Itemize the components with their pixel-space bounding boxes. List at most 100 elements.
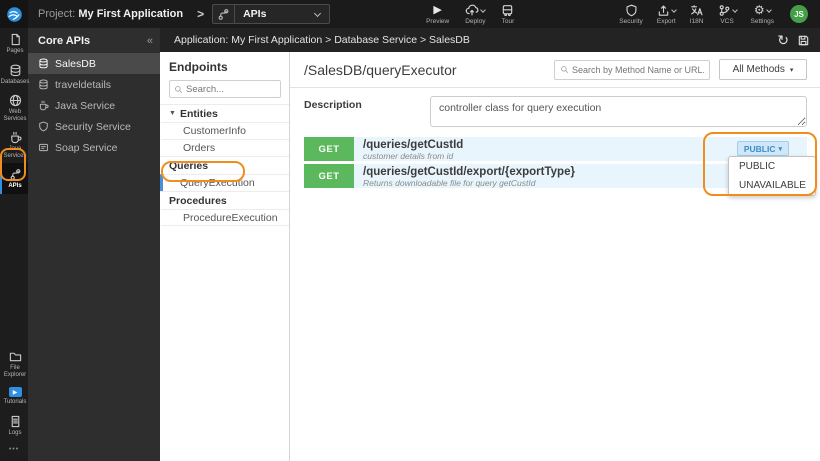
preview-label: Preview — [426, 18, 450, 25]
endpoint-item-orders[interactable]: Orders — [160, 139, 289, 156]
i18n-button[interactable]: I18N — [690, 3, 704, 25]
method-path: /queries/getCustId — [363, 139, 464, 151]
sidebar-item-tutorials[interactable]: ▶ Tutorials — [0, 382, 28, 410]
i18n-translate-icon — [691, 4, 703, 15]
api-icon — [213, 5, 236, 23]
globe-icon — [9, 94, 21, 107]
preview-button[interactable]: ▶ Preview — [426, 3, 449, 25]
visibility-dropdown-button[interactable]: PUBLIC ▾ — [736, 141, 789, 156]
core-api-item-salesdb[interactable]: SalesDB — [28, 53, 160, 74]
sidebar-item-apis[interactable]: APIs — [0, 163, 28, 194]
core-api-label: Java Service — [55, 99, 116, 112]
application-header: Application: My First Application > Data… — [160, 28, 820, 52]
chevron-down-icon: ▾ — [778, 145, 782, 153]
method-search[interactable] — [554, 59, 710, 80]
topbar-actions-right: Security Export I18N VCS ⚙ Settings JS — [619, 3, 812, 25]
http-method-badge: GET — [304, 164, 354, 188]
wavemaker-logo[interactable] — [0, 0, 28, 28]
collapse-panel-icon[interactable]: « — [144, 35, 156, 47]
core-api-item-java-service[interactable]: Java Service — [28, 95, 160, 116]
core-api-item-security-service[interactable]: Security Service — [28, 116, 160, 137]
breadcrumb-chevron-icon: > — [197, 7, 205, 21]
sidebar-item-label: Databases — [0, 78, 30, 85]
core-apis-header: Core APIs « — [28, 28, 160, 53]
export-icon — [658, 4, 669, 16]
endpoints-search-input[interactable] — [186, 83, 272, 95]
endpoints-section-entities[interactable]: ▼ Entities — [160, 104, 289, 122]
chevron-down-icon — [765, 7, 772, 13]
sidebar-item-label: Logs — [8, 429, 22, 436]
sidebar-item-file-explorer[interactable]: File Explorer — [0, 345, 28, 382]
tutorials-play-icon: ▶ — [8, 387, 22, 397]
page-icon — [11, 33, 20, 46]
sidebar-item-databases[interactable]: Databases — [0, 59, 30, 90]
more-options-icon[interactable]: ••• — [0, 440, 28, 461]
sidebar-item-java-services[interactable]: Java Services — [0, 126, 28, 163]
refresh-icon[interactable]: ↻ — [773, 33, 793, 47]
user-avatar[interactable]: JS — [790, 5, 808, 23]
search-icon — [175, 85, 182, 93]
coffee-cup-icon — [10, 131, 22, 144]
shield-icon — [39, 121, 48, 132]
method-info: /queries/getCustId customer details from… — [354, 137, 463, 161]
method-path: /queries/getCustId/export/{exportType} — [363, 166, 575, 178]
chevron-down-icon — [314, 9, 322, 17]
main-content: /SalesDB/queryExecutor All Methods ▾ Des… — [290, 52, 820, 461]
project-label: Project: — [38, 8, 76, 20]
api-icon — [10, 169, 20, 180]
endpoints-panel: Endpoints ▼ Entities CustomerInfo Orders… — [160, 52, 290, 461]
endpoints-title: Endpoints — [169, 60, 228, 74]
core-api-item-traveldetails[interactable]: traveldetails — [28, 74, 160, 95]
description-row: Description controller class for query e… — [290, 96, 820, 127]
preview-play-icon: ▶ — [433, 4, 442, 16]
application-breadcrumb: Application: My First Application > Data… — [174, 34, 470, 46]
deploy-button[interactable]: Deploy — [465, 3, 487, 25]
soap-icon — [39, 143, 48, 152]
page-title: /SalesDB/queryExecutor — [304, 61, 457, 78]
project-breadcrumb: Project: My First Application — [38, 8, 183, 20]
endpoints-search[interactable] — [169, 80, 281, 98]
chevron-down-icon — [670, 7, 677, 13]
endpoint-item-queryexecution[interactable]: QueryExecution — [160, 174, 289, 191]
endpoint-item-procedureexecution[interactable]: ProcedureExecution — [160, 209, 289, 226]
methods-filter-dropdown[interactable]: All Methods ▾ — [719, 59, 807, 80]
settings-label: Settings — [750, 18, 775, 25]
sidebar-item-pages[interactable]: Pages — [0, 28, 28, 59]
section-label: Entities — [179, 107, 218, 120]
settings-gear-icon: ⚙ — [753, 2, 765, 17]
sidebar-item-logs[interactable]: Logs — [0, 410, 28, 441]
core-api-label: traveldetails — [55, 78, 112, 91]
endpoints-section-procedures[interactable]: Procedures — [160, 191, 289, 209]
topbar-actions-left: ▶ Preview Deploy Tour — [426, 3, 514, 25]
section-label: Queries — [169, 159, 209, 172]
method-summary: Returns downloadable file for query getC… — [363, 178, 536, 188]
settings-button[interactable]: ⚙ Settings — [751, 3, 775, 25]
endpoints-section-queries[interactable]: Queries — [160, 156, 289, 174]
database-icon — [39, 79, 48, 90]
description-textarea[interactable]: controller class for query execution — [430, 96, 807, 127]
security-button[interactable]: Security — [619, 3, 643, 25]
visibility-option-unavailable[interactable]: UNAVAILABLE — [729, 176, 815, 195]
logo-icon — [5, 5, 23, 23]
visibility-option-public[interactable]: PUBLIC — [729, 157, 815, 176]
export-button[interactable]: Export — [657, 3, 677, 25]
folder-icon — [9, 352, 21, 362]
method-search-input[interactable] — [572, 64, 704, 75]
project-name: My First Application — [78, 8, 184, 20]
chevron-down-icon — [731, 7, 738, 13]
description-label: Description — [304, 99, 362, 111]
tour-bus-icon — [503, 4, 513, 16]
endpoint-item-customerinfo[interactable]: CustomerInfo — [160, 122, 289, 139]
module-selector-dropdown[interactable]: APIs — [212, 4, 331, 24]
tour-button[interactable]: Tour — [501, 3, 514, 25]
sidebar-item-web-services[interactable]: Web Services — [0, 89, 28, 126]
chevron-down-icon: ▼ — [169, 110, 176, 117]
save-icon[interactable] — [793, 34, 814, 47]
module-selector-label: APIs — [243, 8, 267, 20]
vcs-button[interactable]: VCS — [718, 3, 738, 25]
deploy-label: Deploy — [465, 18, 486, 25]
rail-spacer — [0, 194, 28, 346]
core-api-item-soap-service[interactable]: Soap Service — [28, 137, 160, 158]
search-icon — [561, 66, 568, 73]
core-apis-title: Core APIs — [38, 34, 91, 47]
